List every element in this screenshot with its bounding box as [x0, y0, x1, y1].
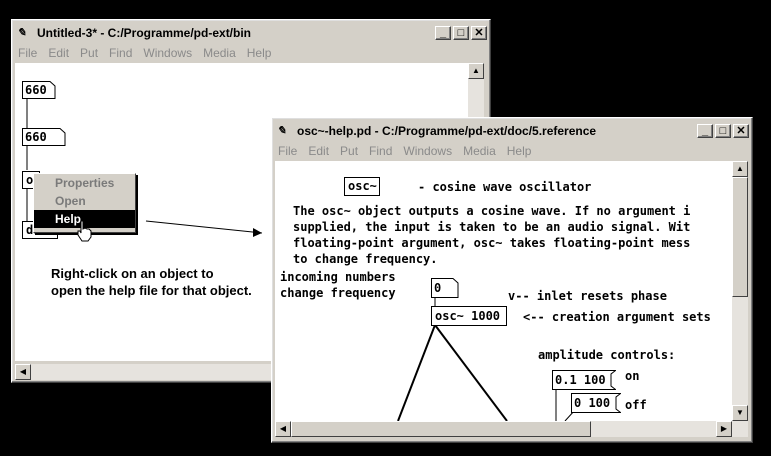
context-item-properties[interactable]: Properties: [34, 174, 135, 192]
creation-note: <-- creation argument sets: [523, 310, 711, 324]
hand-cursor-icon: [77, 220, 92, 242]
scroll-thumb[interactable]: [732, 177, 748, 297]
number-box-660-top[interactable]: 660: [22, 81, 56, 99]
menu-put[interactable]: Put: [340, 144, 358, 160]
menu-bar: File Edit Put Find Windows Media Help: [275, 142, 749, 160]
label-off: off: [625, 398, 647, 412]
help-canvas[interactable]: osc~ - cosine wave oscillator The osc~ o…: [275, 161, 732, 421]
label-on: on: [625, 369, 640, 383]
caption-line-2: open the help file for that object.: [51, 283, 252, 298]
number-box-660-mid[interactable]: 660: [22, 128, 66, 146]
title-bar[interactable]: ✎ osc~-help.pd - C:/Programme/pd-ext/doc…: [275, 121, 749, 141]
caption-line-1: Right-click on an object to: [51, 266, 214, 281]
horizontal-scrollbar[interactable]: ◀ ▶: [275, 421, 748, 437]
vertical-scrollbar[interactable]: ▲ ▼: [732, 161, 748, 421]
scroll-thumb[interactable]: [291, 421, 591, 437]
amplitude-label: amplitude controls:: [538, 348, 676, 362]
pd-app-icon: ✎: [277, 125, 287, 137]
message-box-0-100[interactable]: 0 100: [571, 393, 621, 413]
tutorial-caption: Right-click on an object to open the hel…: [51, 265, 252, 299]
close-button[interactable]: ✕: [733, 124, 749, 138]
message-box-0.1-100[interactable]: 0.1 100: [552, 370, 616, 390]
object-box-osc-1000[interactable]: osc~ 1000: [431, 306, 507, 326]
context-item-open[interactable]: Open: [34, 192, 135, 210]
menu-edit[interactable]: Edit: [308, 144, 329, 160]
window-title: osc~-help.pd - C:/Programme/pd-ext/doc/5…: [297, 124, 597, 138]
maximize-button[interactable]: □: [715, 124, 731, 138]
scroll-left-button[interactable]: ◀: [275, 421, 291, 437]
scroll-down-button[interactable]: ▼: [732, 405, 748, 421]
minimize-button[interactable]: _: [697, 124, 713, 138]
window-osc-help: ✎ osc~-help.pd - C:/Programme/pd-ext/doc…: [271, 117, 753, 443]
menu-find[interactable]: Find: [369, 144, 392, 160]
scroll-up-button[interactable]: ▲: [732, 161, 748, 177]
menu-windows[interactable]: Windows: [403, 144, 452, 160]
menu-file[interactable]: File: [278, 144, 297, 160]
patch-cords-2: [397, 298, 576, 421]
menu-media[interactable]: Media: [463, 144, 496, 160]
menu-help[interactable]: Help: [507, 144, 532, 160]
scroll-right-button[interactable]: ▶: [716, 421, 732, 437]
